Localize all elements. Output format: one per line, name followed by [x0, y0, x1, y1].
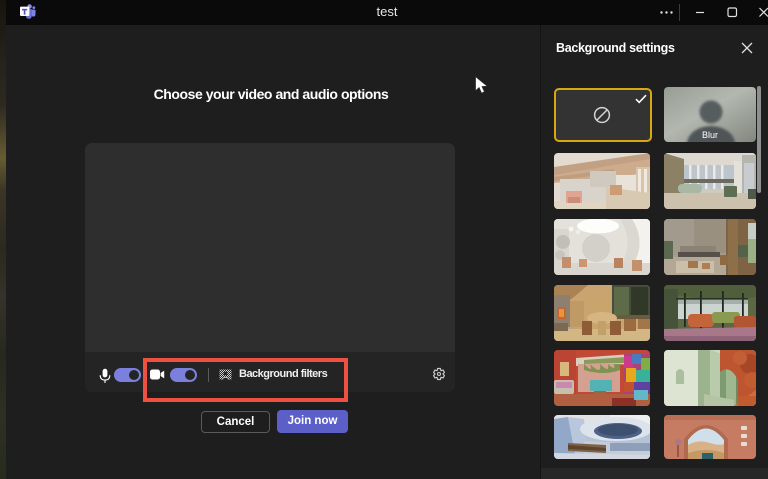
svg-text:Blur: Blur — [702, 130, 718, 140]
